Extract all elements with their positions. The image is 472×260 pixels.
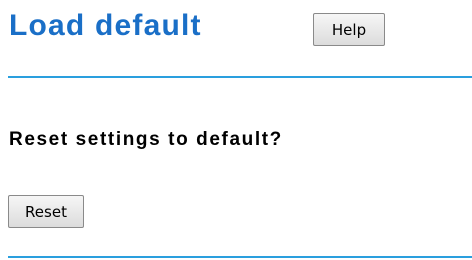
bottom-divider <box>8 256 472 258</box>
reset-button[interactable]: Reset <box>8 195 84 228</box>
help-button[interactable]: Help <box>313 13 385 46</box>
page-title: Load default <box>9 9 202 42</box>
top-divider <box>8 76 472 78</box>
reset-question: Reset settings to default? <box>9 129 283 150</box>
